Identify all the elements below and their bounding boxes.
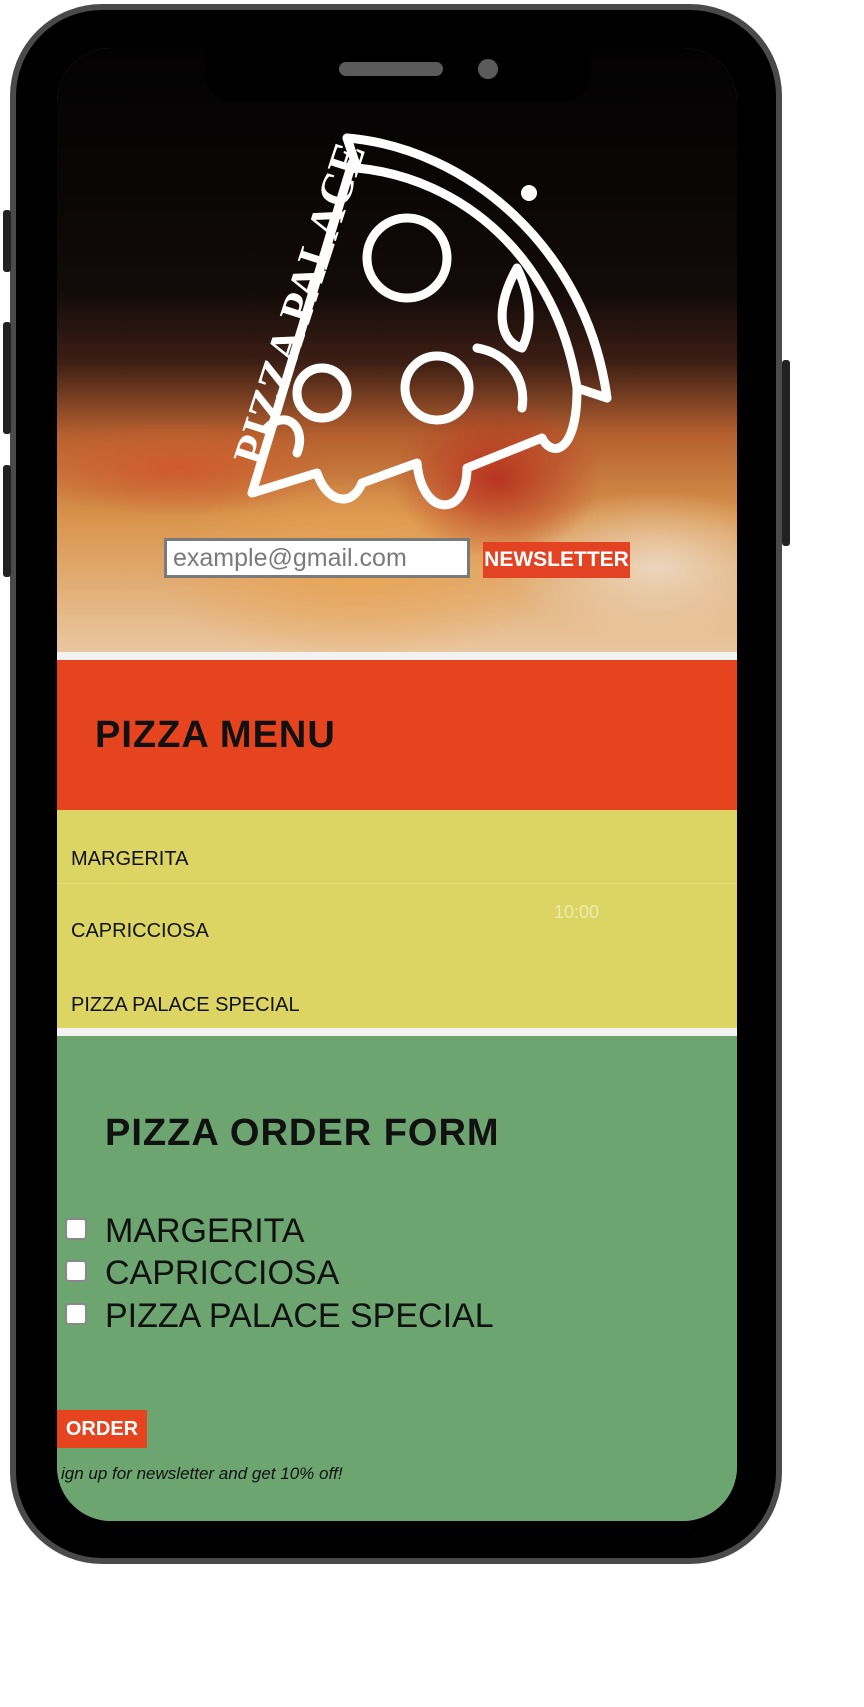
order-form: PIZZA ORDER FORM MARGERITA CAPRICCIOSA P… (57, 1036, 737, 1521)
menu-header: PIZZA MENU (57, 660, 737, 810)
menu-title: PIZZA MENU (95, 714, 336, 756)
order-form-title: PIZZA ORDER FORM (105, 1112, 500, 1154)
notch (205, 48, 591, 102)
hero-banner: PIZZA PALACE NEWSLETTER (57, 48, 737, 652)
option-label: CAPRICCIOSA (105, 1254, 340, 1292)
menu-item[interactable]: PIZZA PALACE SPECIAL (71, 994, 300, 1017)
option-label: MARGERITA (105, 1212, 305, 1250)
section-divider (57, 1028, 737, 1036)
order-button[interactable]: ORDER (57, 1410, 147, 1448)
front-camera (478, 59, 498, 79)
menu-divider (57, 883, 737, 884)
newsletter-promo-text: ign up for newsletter and get 10% off! (61, 1464, 343, 1483)
volume-up-button (3, 322, 11, 434)
newsletter-button[interactable]: NEWSLETTER (483, 542, 630, 578)
overlay-time: 10:00 (554, 902, 600, 922)
section-divider (57, 652, 737, 660)
speaker-grille (339, 62, 443, 76)
volume-down-button (3, 465, 11, 577)
pizza-palace-logo: PIZZA PALACE (223, 133, 612, 510)
menu-list: MARGERITA CAPRICCIOSA PIZZA PALACE SPECI… (57, 810, 737, 1028)
slice-dot (521, 185, 537, 201)
power-button (782, 360, 790, 546)
newsletter-signup: NEWSLETTER (164, 538, 634, 580)
phone-screen: PIZZA PALACE NEWSLETTER PIZZA MENU (57, 48, 737, 1521)
checkbox[interactable] (65, 1218, 87, 1240)
checkbox[interactable] (65, 1303, 87, 1325)
checkbox[interactable] (65, 1260, 87, 1282)
silent-switch (3, 210, 11, 272)
option-label: PIZZA PALACE SPECIAL (105, 1297, 494, 1335)
newsletter-email-input[interactable] (164, 538, 470, 578)
menu-item[interactable]: CAPRICCIOSA (71, 920, 209, 943)
pizza-slice-icon (247, 133, 612, 510)
logo-text: PIZZA PALACE (223, 136, 375, 471)
menu-item[interactable]: MARGERITA (71, 848, 188, 871)
